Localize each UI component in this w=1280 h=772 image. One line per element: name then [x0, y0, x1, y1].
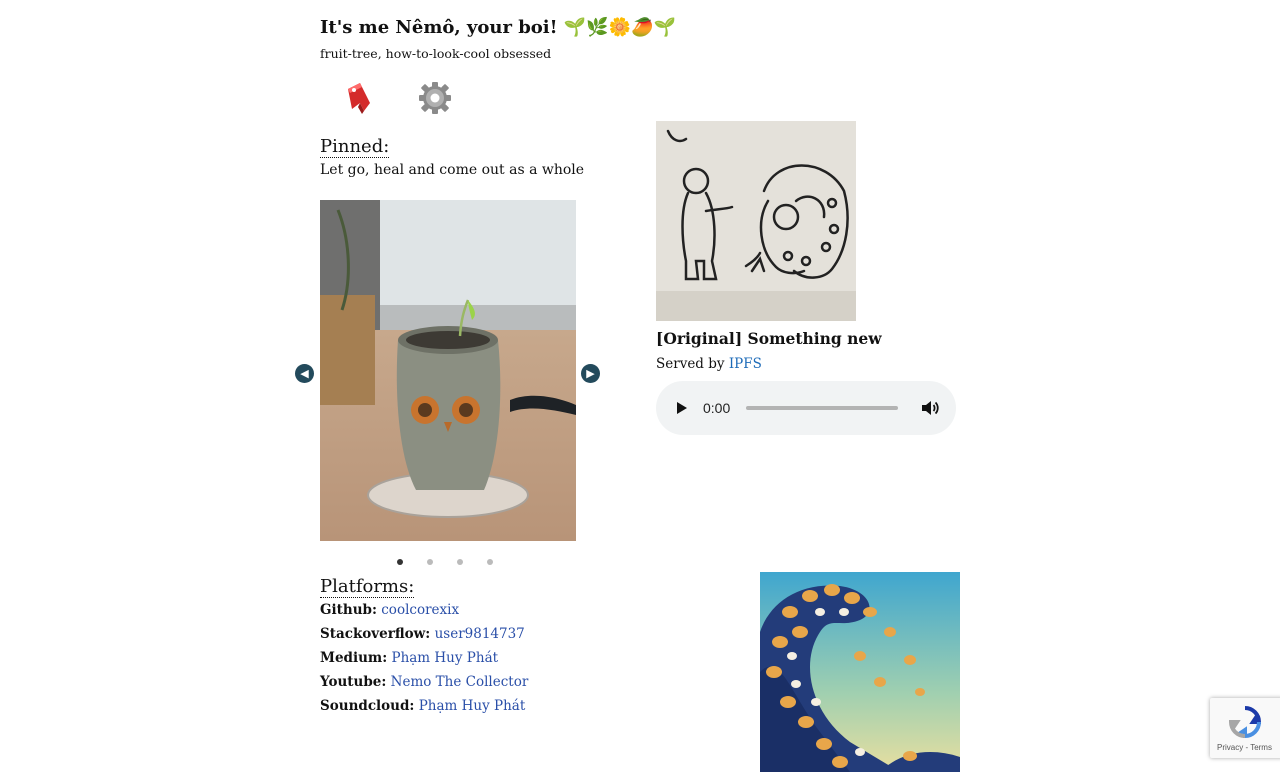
play-button[interactable] — [676, 401, 690, 415]
recaptcha-badge[interactable]: Privacy - Terms — [1210, 698, 1280, 758]
carousel-dot-4[interactable] — [487, 559, 493, 565]
great-wave-cats-image — [760, 572, 960, 772]
ipfs-link[interactable]: IPFS — [729, 356, 762, 372]
platform-name: Medium: — [320, 650, 388, 666]
carousel-dot-2[interactable] — [427, 559, 433, 565]
speaker-icon — [922, 401, 939, 415]
chevron-left-circle-icon: ◀ — [300, 367, 309, 380]
carousel-slide-owl-pot — [320, 200, 576, 541]
carousel-prev-button[interactable]: ◀ — [295, 364, 314, 383]
platform-link-medium[interactable]: Phạm Huy Phát — [391, 650, 498, 666]
bookmark-ribbon-icon[interactable] — [340, 80, 376, 116]
recaptcha-logo-icon — [1228, 706, 1262, 739]
platform-row-github: Github: coolcorexix — [320, 602, 459, 618]
song-cover-art — [656, 121, 856, 321]
platform-link-youtube[interactable]: Nemo The Collector — [391, 674, 529, 690]
platform-name: Soundcloud: — [320, 698, 415, 714]
platform-row-medium: Medium: Phạm Huy Phát — [320, 650, 498, 666]
platform-row-stackoverflow: Stackoverflow: user9814737 — [320, 626, 525, 642]
song-title: [Original] Something new — [656, 329, 882, 348]
play-icon — [677, 402, 687, 414]
carousel-dot-1[interactable] — [397, 559, 403, 565]
carousel-dots — [397, 559, 493, 565]
platform-row-youtube: Youtube: Nemo The Collector — [320, 674, 528, 690]
platform-name: Github: — [320, 602, 377, 618]
audio-player: 0:00 — [656, 381, 956, 435]
chevron-right-circle-icon: ▶ — [586, 367, 595, 380]
page-subtitle: fruit-tree, how-to-look-cool obsessed — [320, 46, 552, 61]
audio-time: 0:00 — [703, 400, 731, 416]
pinned-heading: Pinned: — [320, 136, 390, 158]
gear-icon[interactable] — [417, 80, 453, 116]
carousel-dot-3[interactable] — [457, 559, 463, 565]
platforms-heading: Platforms: — [320, 576, 415, 598]
platform-name: Stackoverflow: — [320, 626, 431, 642]
platform-name: Youtube: — [320, 674, 387, 690]
served-by-label: Served by — [656, 356, 725, 372]
platform-row-soundcloud: Soundcloud: Phạm Huy Phát — [320, 698, 525, 714]
platform-link-soundcloud[interactable]: Phạm Huy Phát — [419, 698, 526, 714]
page-title: It's me Nêmô, your boi! 🌱🌿🌼🥭🌱 — [320, 17, 676, 38]
served-by: Served by IPFS — [656, 356, 762, 372]
carousel-next-button[interactable]: ▶ — [581, 364, 600, 383]
recaptcha-footer: Privacy - Terms — [1217, 743, 1272, 752]
pinned-text: Let go, heal and come out as a whole — [320, 162, 585, 178]
platform-link-github[interactable]: coolcorexix — [381, 602, 459, 618]
audio-progress-slider[interactable] — [746, 406, 899, 410]
platform-link-stackoverflow[interactable]: user9814737 — [435, 626, 525, 642]
mute-button[interactable] — [921, 400, 939, 416]
